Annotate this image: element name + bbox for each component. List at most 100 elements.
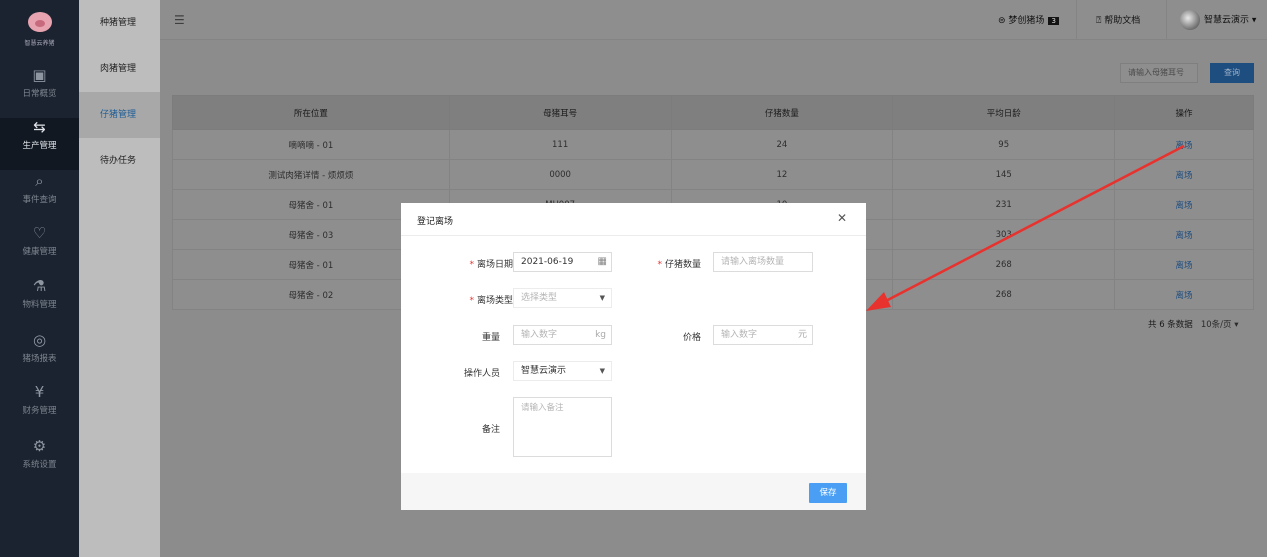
sidebar-item-production[interactable]: ⇆ 生产管理 [0,118,79,170]
submenu-item-meat-pig[interactable]: 肉猪管理 [79,46,160,92]
leave-type-select[interactable]: 选择类型 ▼ [513,288,612,308]
chevron-down-icon: ▼ [599,367,605,375]
leave-date-label: * 离场日期 [469,260,513,270]
avatar [1180,10,1200,30]
leave-type-label: * 离场类型 [469,296,513,306]
table-header-row: 所在位置 母猪耳号 仔猪数量 平均日龄 操作 [172,95,1254,130]
leave-link[interactable]: 离场 [1176,291,1193,301]
cell-avg-age: 268 [892,279,1116,310]
column-header: 操作 [1114,95,1254,130]
required-mark: * [469,260,474,270]
column-header: 母猪耳号 [448,95,672,130]
cell-location: 测试肉猪详情 - 烦烦烦 [172,159,450,190]
top-header: ☰ ⊜ 梦创猪场 3 ⍰ 帮助文档 智慧云演示 ▾ [160,0,1267,40]
piglet-count-input[interactable]: 请输入离场数量 [713,252,813,272]
material-icon: ⚗ [32,277,47,295]
help-icon: ⍰ [1096,16,1102,26]
cell-location: 嘀嘀嘀 - 01 [172,129,450,160]
cell-action: 离场 [1114,219,1254,250]
submenu-item-todo[interactable]: 待办任务 [79,138,160,184]
sidebar-item-overview[interactable]: ▣ 日常概览 [0,66,79,118]
sidebar-item-label: 物料管理 [22,300,57,310]
sidebar-item-label: 日常概览 [22,89,57,99]
report-icon: ◎ [32,331,47,349]
cell-sow-ear-tag: 0000 [448,159,672,190]
overview-icon: ▣ [32,66,47,84]
modal-title: 登记离场 [417,217,454,227]
sidebar-item-finance[interactable]: ¥ 财务管理 [0,383,79,435]
weight-label: 重量 [481,333,500,343]
leave-registration-modal: 登记离场 ✕ * 离场日期 2021-06-19 ▦ * 仔猪数量 请输入离场数量 … [401,203,866,510]
remark-label: 备注 [481,425,500,435]
save-button[interactable]: 保存 [809,483,847,503]
remark-textarea[interactable]: 请输入备注 [513,397,612,457]
column-header: 平均日龄 [892,95,1116,130]
leave-link[interactable]: 离场 [1176,141,1193,151]
chevron-down-icon: ▾ [1249,15,1257,26]
cell-action: 离场 [1114,129,1254,160]
sidebar-item-label: 财务管理 [22,406,57,416]
table-row: 嘀嘀嘀 - 01 111 24 95 离场 [172,129,1254,160]
required-mark: * [657,260,662,270]
pig-logo-icon [28,12,52,32]
close-icon[interactable]: ✕ [837,211,847,225]
weight-unit: kg [595,330,606,340]
sidebar-item-settings[interactable]: ⚙ 系统设置 [0,437,79,489]
search-doc-icon: ⌕ [35,172,44,190]
search-button[interactable]: 查询 [1210,63,1254,83]
search-input[interactable]: 请输入母猪耳号 [1120,63,1198,83]
column-header: 仔猪数量 [670,95,894,130]
cell-avg-age: 268 [892,249,1116,280]
menu-toggle-icon[interactable]: ☰ [174,13,185,27]
farm-switcher[interactable]: ⊜ 梦创猪场 3 [998,13,1059,26]
settings-icon: ⚙ [32,437,47,455]
sidebar-item-label: 健康管理 [22,247,57,257]
submenu-item-piglet[interactable]: 仔猪管理 [79,92,160,138]
farm-count-badge: 3 [1048,17,1059,25]
cell-piglet-count: 12 [670,159,894,190]
leave-date-value: 2021-06-19 [521,257,574,267]
price-input[interactable]: 输入数字 元 [713,325,813,345]
price-label: 价格 [682,333,701,343]
operator-label: 操作人员 [463,369,500,379]
sidebar-item-health[interactable]: ♡ 健康管理 [0,224,79,276]
leave-date-picker[interactable]: 2021-06-19 ▦ [513,252,612,272]
sidebar-item-report[interactable]: ◎ 猪场报表 [0,331,79,383]
help-link[interactable]: ⍰ 帮助文档 [1096,13,1140,26]
column-header: 所在位置 [172,95,450,130]
logo[interactable]: 智慧云养猪 [0,0,79,56]
table-row: 测试肉猪详情 - 烦烦烦 0000 12 145 离场 [172,159,1254,190]
sidebar-item-material[interactable]: ⚗ 物料管理 [0,277,79,329]
brand-name: 智慧云养猪 [24,40,55,47]
modal-footer: 保存 [401,473,866,510]
submenu-item-breeding-pig[interactable]: 种猪管理 [79,0,160,46]
cell-action: 离场 [1114,249,1254,280]
finance-icon: ¥ [34,383,45,401]
header-divider [1076,0,1077,40]
help-label: 帮助文档 [1104,16,1141,26]
weight-input[interactable]: 输入数字 kg [513,325,612,345]
leave-link[interactable]: 离场 [1176,171,1193,181]
user-name: 智慧云演示 [1204,15,1250,26]
sidebar-item-event-query[interactable]: ⌕ 事件查询 [0,172,79,224]
chevron-down-icon: ▼ [599,294,605,302]
farm-icon: ⊜ [998,16,1006,26]
cell-avg-age: 145 [892,159,1116,190]
cell-sow-ear-tag: 111 [448,129,672,160]
cell-avg-age: 231 [892,189,1116,220]
user-menu[interactable]: 智慧云演示 ▾ [1180,10,1256,30]
cell-piglet-count: 24 [670,129,894,160]
page-size-select[interactable]: 10条/页 ▾ [1201,320,1239,330]
sidebar-item-label: 事件查询 [22,195,57,205]
leave-link[interactable]: 离场 [1176,231,1193,241]
production-icon: ⇆ [33,118,46,136]
sidebar-item-label: 生产管理 [22,141,57,151]
leave-link[interactable]: 离场 [1176,261,1193,271]
piglet-count-label: * 仔猪数量 [657,260,701,270]
leave-link[interactable]: 离场 [1176,201,1193,211]
operator-select[interactable]: 智慧云演示 ▼ [513,361,612,381]
weight-placeholder: 输入数字 [521,330,558,340]
required-mark: * [469,296,474,306]
cell-avg-age: 303 [892,219,1116,250]
sidebar-item-label: 系统设置 [22,460,57,470]
